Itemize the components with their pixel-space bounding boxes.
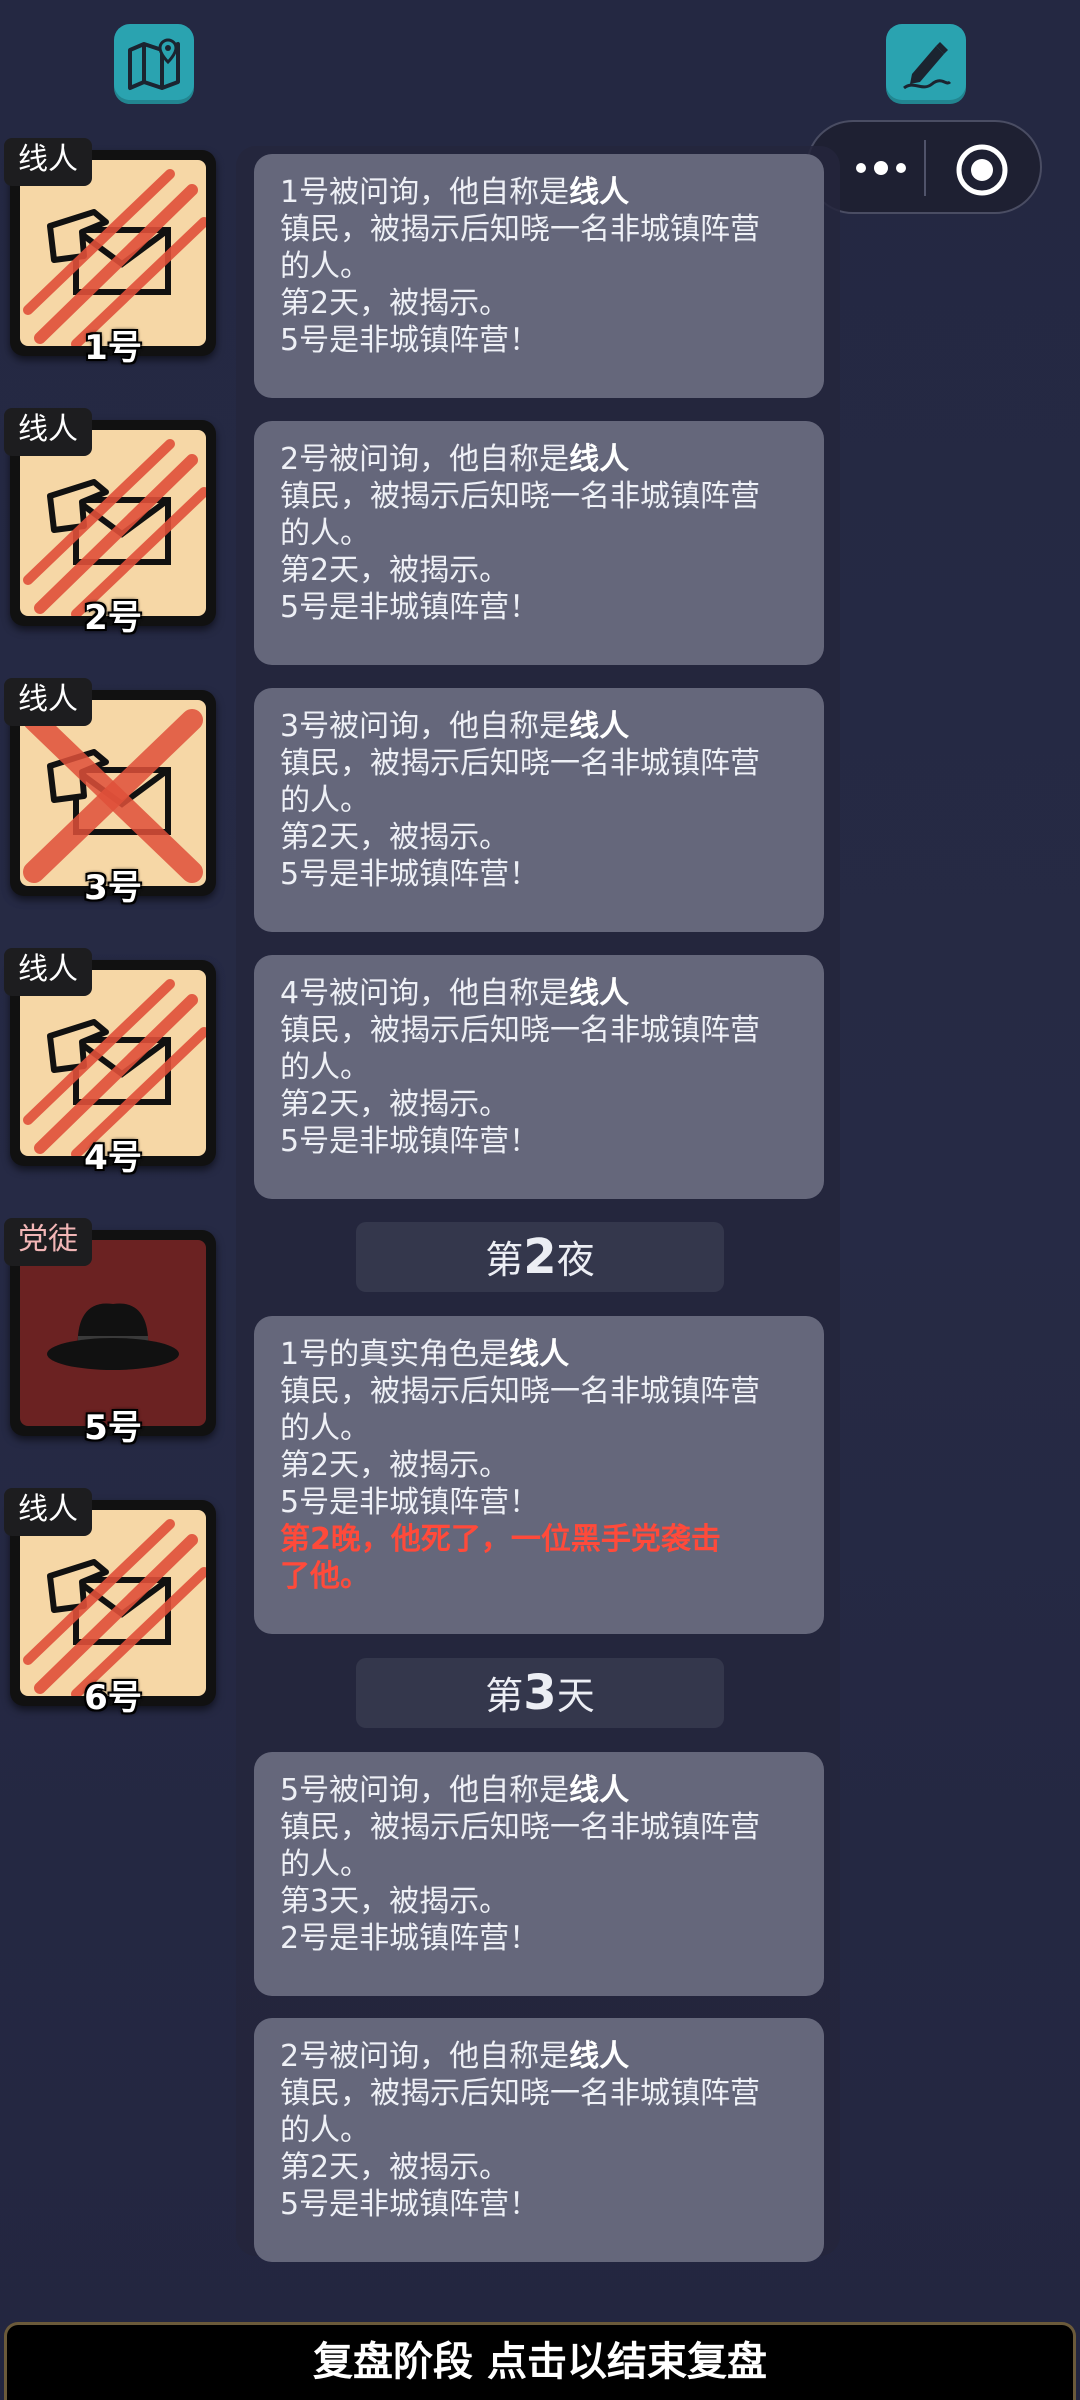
msg-prefix: 4号被问询，他自称是 (280, 976, 570, 1011)
death-notice: 了他。 (280, 1559, 370, 1594)
msg-line: 5号是非城镇阵营！ (280, 1124, 540, 1159)
msg-line: 5号是非城镇阵营！ (280, 2187, 540, 2222)
role-tag: 线人 (4, 408, 92, 456)
target-circle-icon[interactable] (954, 142, 1010, 198)
msg-line: 第2天，被揭示。 (280, 1087, 510, 1122)
msg-role: 线人 (569, 175, 630, 210)
role-tag: 线人 (4, 948, 92, 996)
fedora-hat-icon (47, 1303, 179, 1370)
role-tag: 线人 (4, 678, 92, 726)
player-card-6[interactable]: 线人 6号 (4, 1488, 220, 1756)
player-number: 4号 (84, 1138, 142, 1178)
envelope-hand-icon (23, 1519, 206, 1696)
phase-pre: 第 (485, 1238, 524, 1282)
log-message-3: 3号被问询，他自称是线人 镇民，被揭示后知晓一名非城镇阵营 的人。 第2天，被揭… (254, 688, 824, 932)
phase-number: 3 (523, 1665, 557, 1721)
phase-header-night-2: 第2夜 (356, 1222, 724, 1292)
map-button[interactable] (114, 24, 194, 104)
msg-line: 的人。 (280, 2113, 370, 2148)
msg-role: 线人 (569, 976, 630, 1011)
player-number: 3号 (84, 868, 142, 908)
msg-line: 5号是非城镇阵营！ (280, 1485, 540, 1520)
end-review-button[interactable]: 复盘阶段 点击以结束复盘 (4, 2322, 1076, 2400)
notes-button[interactable] (886, 24, 966, 104)
phase-header-day-3: 第3天 (356, 1658, 724, 1728)
player-card-5[interactable]: 党徒 5号 (4, 1218, 220, 1486)
msg-line: 镇民，被揭示后知晓一名非城镇阵营 (280, 2076, 760, 2111)
msg-line: 第2天，被揭示。 (280, 2150, 510, 2185)
player-card-1[interactable]: 线人 1号 (4, 138, 220, 406)
msg-prefix: 2号被问询，他自称是 (280, 442, 570, 477)
envelope-hand-icon (23, 439, 206, 616)
role-tag: 党徒 (4, 1218, 92, 1266)
player-number: 5号 (84, 1408, 142, 1448)
miniprogram-capsule (806, 120, 1042, 214)
msg-line: 镇民，被揭示后知晓一名非城镇阵营 (280, 212, 760, 247)
player-number: 2号 (84, 598, 142, 638)
msg-role: 线人 (509, 1337, 570, 1372)
msg-line: 的人。 (280, 1411, 370, 1446)
log-message-7: 2号被问询，他自称是线人 镇民，被揭示后知晓一名非城镇阵营 的人。 第2天，被揭… (254, 2018, 824, 2262)
player-card-2[interactable]: 线人 2号 (4, 408, 220, 676)
msg-prefix: 5号被问询，他自称是 (280, 1773, 570, 1808)
msg-line: 镇民，被揭示后知晓一名非城镇阵营 (280, 1013, 760, 1048)
msg-line: 2号是非城镇阵营！ (280, 1921, 540, 1956)
player-number: 1号 (84, 328, 142, 368)
player-card-3[interactable]: 线人 3号 (4, 678, 220, 946)
death-notice: 第2晚，他死了，一位黑手党袭击 (280, 1522, 721, 1557)
phase-post: 夜 (556, 1238, 595, 1282)
msg-line: 的人。 (280, 516, 370, 551)
msg-role: 线人 (569, 709, 630, 744)
msg-role: 线人 (569, 442, 630, 477)
pen-edit-icon (903, 42, 952, 90)
msg-line: 的人。 (280, 1847, 370, 1882)
phase-number: 2 (523, 1229, 557, 1285)
msg-role: 线人 (569, 2039, 630, 2074)
msg-line: 第2天，被揭示。 (280, 820, 510, 855)
msg-prefix: 1号的真实角色是 (280, 1337, 510, 1372)
msg-line: 的人。 (280, 783, 370, 818)
msg-line: 第2天，被揭示。 (280, 553, 510, 588)
envelope-hand-icon (23, 979, 206, 1156)
msg-prefix: 2号被问询，他自称是 (280, 2039, 570, 2074)
msg-line: 的人。 (280, 1050, 370, 1085)
msg-line: 5号是非城镇阵营！ (280, 590, 540, 625)
msg-line: 镇民，被揭示后知晓一名非城镇阵营 (280, 479, 760, 514)
role-tag: 线人 (4, 1488, 92, 1536)
envelope-crossed-icon (23, 709, 203, 883)
msg-line: 镇民，被揭示后知晓一名非城镇阵营 (280, 1810, 760, 1845)
msg-line: 镇民，被揭示后知晓一名非城镇阵营 (280, 746, 760, 781)
log-message-1: 1号被问询，他自称是线人 镇民，被揭示后知晓一名非城镇阵营 的人。 第2天，被揭… (254, 154, 824, 398)
msg-role: 线人 (569, 1773, 630, 1808)
msg-line: 第2天，被揭示。 (280, 1448, 510, 1483)
msg-line: 5号是非城镇阵营！ (280, 323, 540, 358)
map-pin-icon (128, 38, 180, 90)
envelope-hand-icon (23, 169, 206, 346)
log-message-4: 4号被问询，他自称是线人 镇民，被揭示后知晓一名非城镇阵营 的人。 第2天，被揭… (254, 955, 824, 1199)
player-number: 6号 (84, 1678, 142, 1718)
role-tag: 线人 (4, 138, 92, 186)
msg-line: 的人。 (280, 249, 370, 284)
msg-line: 第2天，被揭示。 (280, 286, 510, 321)
msg-prefix: 3号被问询，他自称是 (280, 709, 570, 744)
msg-line: 镇民，被揭示后知晓一名非城镇阵营 (280, 1374, 760, 1409)
log-message-5: 1号的真实角色是线人 镇民，被揭示后知晓一名非城镇阵营 的人。 第2天，被揭示。… (254, 1316, 824, 1634)
msg-line: 第3天，被揭示。 (280, 1884, 510, 1919)
log-message-6: 5号被问询，他自称是线人 镇民，被揭示后知晓一名非城镇阵营 的人。 第3天，被揭… (254, 1752, 824, 1996)
phase-pre: 第 (485, 1674, 524, 1718)
phase-post: 天 (556, 1674, 595, 1718)
msg-prefix: 1号被问询，他自称是 (280, 175, 570, 210)
capsule-divider (924, 140, 926, 196)
log-message-2: 2号被问询，他自称是线人 镇民，被揭示后知晓一名非城镇阵营 的人。 第2天，被揭… (254, 421, 824, 665)
more-dots-icon[interactable] (836, 142, 926, 194)
player-card-4[interactable]: 线人 4号 (4, 948, 220, 1216)
msg-line: 5号是非城镇阵营！ (280, 857, 540, 892)
